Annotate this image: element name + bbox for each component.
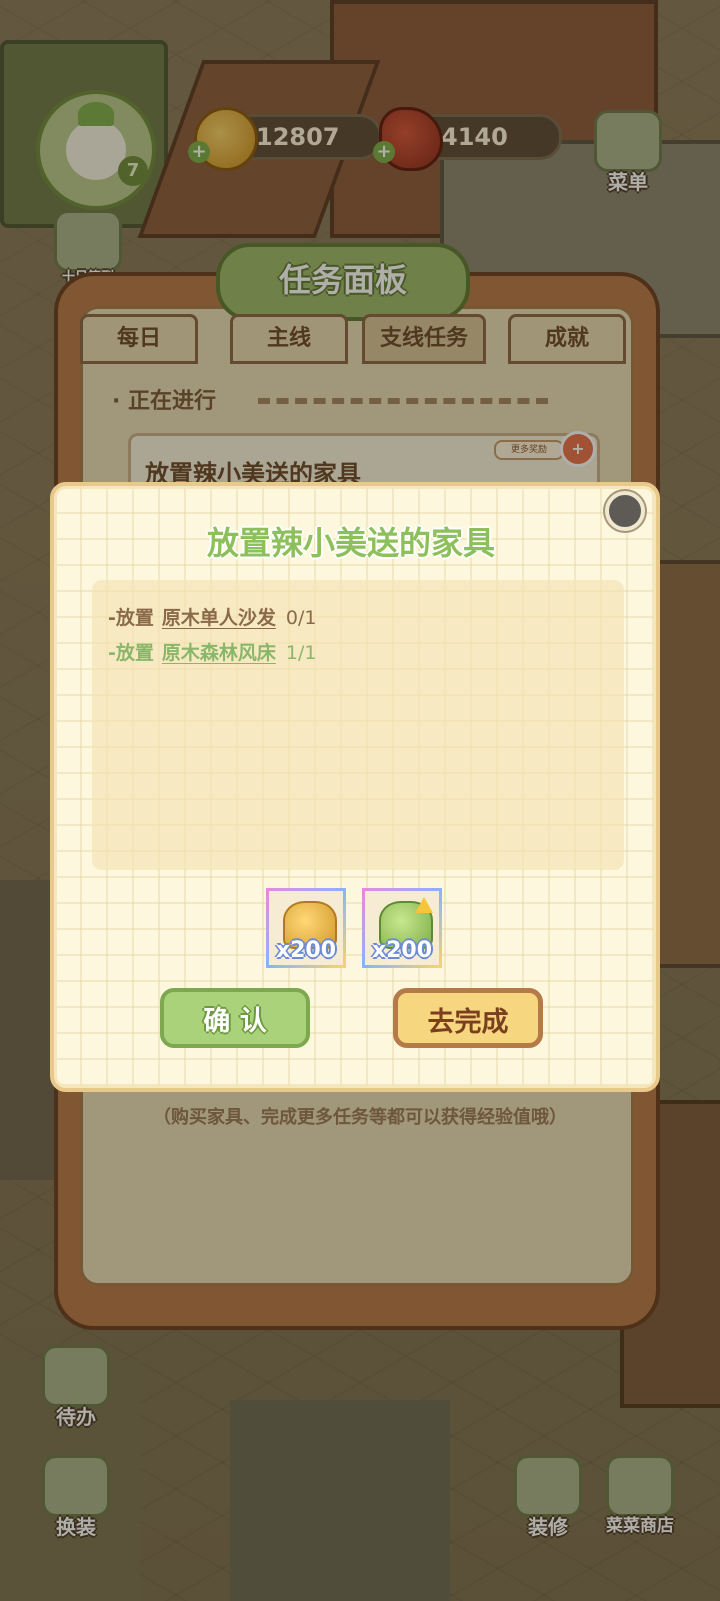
requirement-prefix: -放置: [108, 642, 154, 664]
reward-quantity: x200: [275, 938, 337, 963]
requirement-progress: 0/1: [285, 607, 317, 629]
requirement-row: -放置 原木单人沙发 0/1: [108, 603, 316, 630]
requirement-item-link[interactable]: 原木森林风床: [162, 642, 276, 664]
requirement-progress: 1/1: [285, 642, 317, 664]
requirement-prefix: -放置: [108, 607, 154, 629]
requirement-item-link[interactable]: 原木单人沙发: [162, 607, 276, 629]
dialog-title: 放置辣小美送的家具: [206, 524, 495, 562]
reward-experience[interactable]: x200: [362, 888, 442, 968]
confirm-button[interactable]: 确 认: [160, 988, 310, 1048]
reward-quantity: x200: [371, 938, 433, 963]
reward-coins[interactable]: x200: [266, 888, 346, 968]
level-up-arrow-icon: [415, 897, 433, 913]
go-complete-button[interactable]: 去完成: [393, 988, 543, 1048]
requirement-row: -放置 原木森林风床 1/1: [108, 638, 316, 665]
